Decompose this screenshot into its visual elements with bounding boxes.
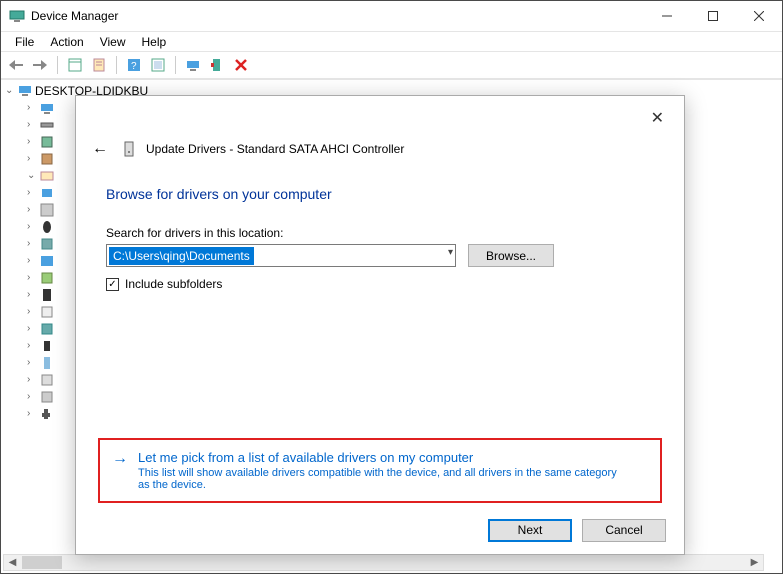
scroll-right-icon[interactable]: ▶ [746, 555, 763, 570]
minimize-button[interactable] [644, 1, 690, 31]
add-hardware-button[interactable] [206, 54, 228, 76]
menubar: File Action View Help [1, 31, 782, 51]
device-category-icon [39, 356, 55, 370]
svg-text:?: ? [131, 61, 137, 72]
scrollbar-thumb[interactable] [22, 556, 62, 569]
include-subfolders-checkbox[interactable]: ✓ Include subfolders [106, 277, 654, 291]
device-category-icon [39, 305, 55, 319]
caret-icon[interactable]: › [27, 221, 39, 232]
show-hide-console-button[interactable] [64, 54, 86, 76]
device-category-icon [39, 271, 55, 285]
action-button[interactable] [147, 54, 169, 76]
cancel-button[interactable]: Cancel [582, 519, 666, 542]
properties-button[interactable] [88, 54, 110, 76]
arrow-right-icon: → [112, 450, 128, 468]
caret-icon[interactable]: › [27, 289, 39, 300]
dialog-title: Update Drivers - Standard SATA AHCI Cont… [146, 142, 404, 156]
dialog-heading: Browse for drivers on your computer [106, 186, 654, 202]
dialog-close-button[interactable]: ✕ [643, 104, 672, 132]
caret-icon[interactable]: › [27, 136, 39, 147]
dialog-titlebar: ✕ [76, 96, 684, 136]
caret-icon[interactable]: › [27, 204, 39, 215]
device-category-icon [39, 152, 55, 166]
checkbox-checked-icon: ✓ [106, 278, 119, 291]
device-category-icon [39, 169, 55, 183]
caret-icon[interactable]: › [27, 340, 39, 351]
caret-icon[interactable]: › [27, 357, 39, 368]
device-category-icon [39, 339, 55, 353]
device-category-icon [39, 186, 55, 200]
caret-icon[interactable]: › [27, 255, 39, 266]
caret-icon[interactable]: › [27, 306, 39, 317]
titlebar: Device Manager [1, 1, 782, 31]
maximize-button[interactable] [690, 1, 736, 31]
location-value: C:\Users\qing\Documents [109, 247, 254, 265]
device-category-icon [39, 135, 55, 149]
device-category-icon [39, 203, 55, 217]
back-arrow-button[interactable]: ← [88, 136, 112, 162]
dialog-footer: Next Cancel [76, 506, 684, 554]
dialog-header: ← Update Drivers - Standard SATA AHCI Co… [76, 136, 684, 168]
dialog-body: Browse for drivers on your computer Sear… [76, 168, 684, 506]
device-category-icon [39, 407, 55, 421]
forward-button[interactable] [29, 54, 51, 76]
caret-icon[interactable]: › [27, 102, 39, 113]
caret-down-icon[interactable]: ⌄ [5, 85, 17, 96]
device-category-icon [39, 220, 55, 234]
drive-icon [122, 141, 136, 157]
app-icon [9, 8, 25, 24]
device-category-icon [39, 254, 55, 268]
caret-icon[interactable]: › [27, 238, 39, 249]
close-button[interactable] [736, 1, 782, 31]
device-category-icon [39, 288, 55, 302]
caret-icon[interactable]: › [27, 323, 39, 334]
menu-help[interactable]: Help [134, 33, 175, 51]
caret-icon[interactable]: › [27, 374, 39, 385]
scan-hardware-button[interactable] [182, 54, 204, 76]
window-controls [644, 1, 782, 31]
caret-icon[interactable]: › [27, 119, 39, 130]
next-button[interactable]: Next [488, 519, 572, 542]
scroll-left-icon[interactable]: ◀ [4, 555, 21, 570]
device-category-icon [39, 322, 55, 336]
computer-icon [17, 84, 33, 98]
caret-icon[interactable]: › [27, 153, 39, 164]
location-combobox[interactable]: C:\Users\qing\Documents ▾ [106, 244, 456, 267]
back-button[interactable] [5, 54, 27, 76]
browse-button[interactable]: Browse... [468, 244, 554, 267]
toolbar: ? [1, 51, 782, 79]
menu-file[interactable]: File [7, 33, 42, 51]
device-category-icon [39, 390, 55, 404]
menu-action[interactable]: Action [42, 33, 91, 51]
search-location-label: Search for drivers in this location: [106, 226, 654, 240]
pick-option-title: Let me pick from a list of available dri… [138, 450, 618, 465]
device-category-icon [39, 118, 55, 132]
include-subfolders-label: Include subfolders [125, 277, 222, 291]
caret-icon[interactable]: ⌄ [27, 170, 39, 181]
pick-option-description: This list will show available drivers co… [138, 467, 618, 491]
menu-view[interactable]: View [92, 33, 134, 51]
uninstall-button[interactable] [230, 54, 252, 76]
window-title: Device Manager [31, 9, 644, 23]
caret-icon[interactable]: › [27, 408, 39, 419]
chevron-down-icon[interactable]: ▾ [448, 247, 453, 258]
caret-icon[interactable]: › [27, 187, 39, 198]
horizontal-scrollbar[interactable]: ◀ ▶ [3, 554, 764, 571]
caret-icon[interactable]: › [27, 272, 39, 283]
device-category-icon [39, 237, 55, 251]
device-category-icon [39, 101, 55, 115]
help-button[interactable]: ? [123, 54, 145, 76]
update-drivers-dialog: ✕ ← Update Drivers - Standard SATA AHCI … [75, 95, 685, 555]
caret-icon[interactable]: › [27, 391, 39, 402]
device-category-icon [39, 373, 55, 387]
pick-from-list-option[interactable]: → Let me pick from a list of available d… [98, 438, 662, 503]
